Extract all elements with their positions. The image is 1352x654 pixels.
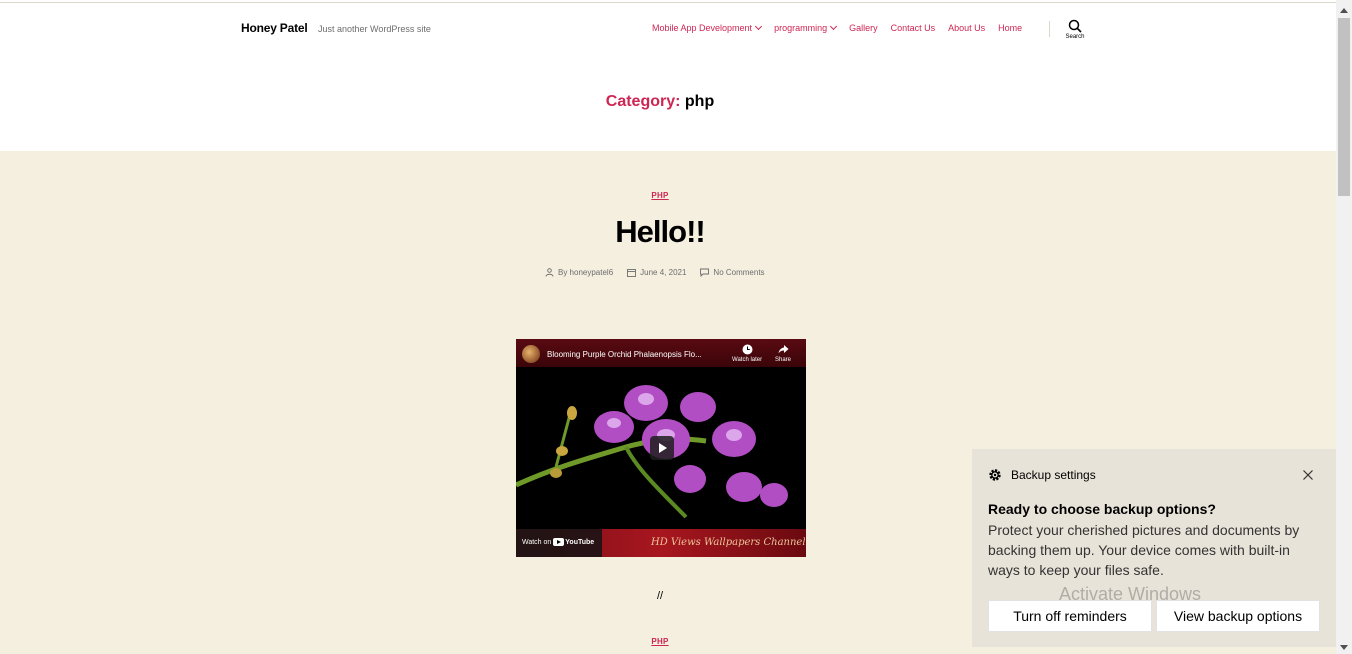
notification-header: Backup settings: [988, 468, 1096, 482]
watch-later-button[interactable]: Watch later: [732, 344, 762, 363]
channel-watermark: HD Views Wallpapers Channel: [651, 537, 806, 548]
post-author-link[interactable]: By honeypatel6: [558, 268, 613, 277]
user-icon: [545, 268, 554, 277]
share-label: Share: [775, 357, 792, 363]
youtube-icon: [553, 538, 565, 546]
backup-notification: Backup settings Ready to choose backup o…: [972, 449, 1336, 647]
archive-prefix: Category:: [605, 93, 681, 110]
youtube-wordmark: YouTube: [565, 538, 595, 546]
share-button[interactable]: Share: [775, 344, 791, 363]
archive-term: php: [684, 93, 715, 110]
post-author: By honeypatel6: [545, 268, 613, 277]
nav-item-mobile-app-development[interactable]: Mobile App Development: [652, 22, 763, 33]
notification-app-name: Backup settings: [1011, 468, 1096, 482]
nav-label: Contact Us: [890, 23, 936, 33]
youtube-embed[interactable]: Blooming Purple Orchid Phalaenopsis Flo.…: [516, 339, 806, 557]
post-category-link[interactable]: PHP: [0, 191, 1320, 200]
nav-label: About Us: [948, 23, 986, 33]
chevron-down-icon: [755, 22, 763, 31]
post-title[interactable]: Hello!!: [0, 214, 1320, 250]
scroll-thumb[interactable]: [1338, 18, 1350, 196]
share-icon: [778, 345, 788, 354]
scroll-down-arrow-icon[interactable]: [1340, 645, 1348, 650]
close-icon[interactable]: [1301, 468, 1315, 482]
video-title[interactable]: Blooming Purple Orchid Phalaenopsis Flo.…: [547, 350, 702, 359]
scroll-up-arrow-icon[interactable]: [1340, 8, 1348, 13]
nav-item-gallery[interactable]: Gallery: [849, 23, 878, 33]
site-header: Honey Patel Just another WordPress site …: [0, 3, 1336, 151]
watch-on-label: Watch on: [522, 538, 552, 546]
nav-label: Home: [998, 23, 1023, 33]
nav-label: programming: [774, 23, 828, 33]
nav-label: Mobile App Development: [652, 23, 753, 33]
gear-icon: [989, 469, 1001, 481]
view-backup-options-button[interactable]: View backup options: [1156, 600, 1320, 632]
play-button[interactable]: [650, 436, 674, 460]
notification-body: Protect your cherished pictures and docu…: [988, 522, 1300, 578]
comment-icon: [700, 268, 710, 277]
archive-title: Category: php: [0, 93, 1320, 111]
post-date-link[interactable]: June 4, 2021: [640, 268, 686, 277]
nav-label: Gallery: [849, 23, 878, 33]
notification-heading: Ready to choose backup options?: [988, 501, 1216, 517]
calendar-icon: [627, 269, 637, 277]
search-icon: [1068, 19, 1082, 33]
post-comments: No Comments: [700, 268, 765, 277]
chevron-down-icon: [830, 22, 838, 31]
page-scrollbar[interactable]: [1336, 0, 1352, 654]
nav-item-about-us[interactable]: About Us: [948, 23, 985, 33]
channel-avatar[interactable]: [522, 345, 540, 363]
nav-item-programming[interactable]: programming: [774, 22, 838, 33]
site-description: Just another WordPress site: [318, 24, 431, 34]
site-title[interactable]: Honey Patel: [241, 21, 308, 35]
search-button[interactable]: Search: [1060, 19, 1090, 49]
youtube-logo: YouTube: [553, 538, 594, 546]
watch-on-youtube-button[interactable]: Watch on YouTube: [516, 529, 602, 557]
nav-item-contact-us[interactable]: Contact Us: [891, 23, 936, 33]
watch-later-label: Watch later: [732, 357, 763, 363]
post-meta: By honeypatel6 June 4, 2021 No Comments: [545, 268, 779, 277]
nav-divider: [1049, 21, 1050, 37]
clock-icon: [742, 344, 753, 355]
nav-item-home[interactable]: Home: [998, 23, 1022, 33]
post-date: June 4, 2021: [627, 268, 686, 277]
post-comments-link[interactable]: No Comments: [713, 268, 764, 277]
search-label: Search: [1065, 34, 1085, 40]
primary-nav: Mobile App Development programming Galle…: [652, 22, 1035, 33]
turn-off-reminders-button[interactable]: Turn off reminders: [988, 600, 1152, 632]
